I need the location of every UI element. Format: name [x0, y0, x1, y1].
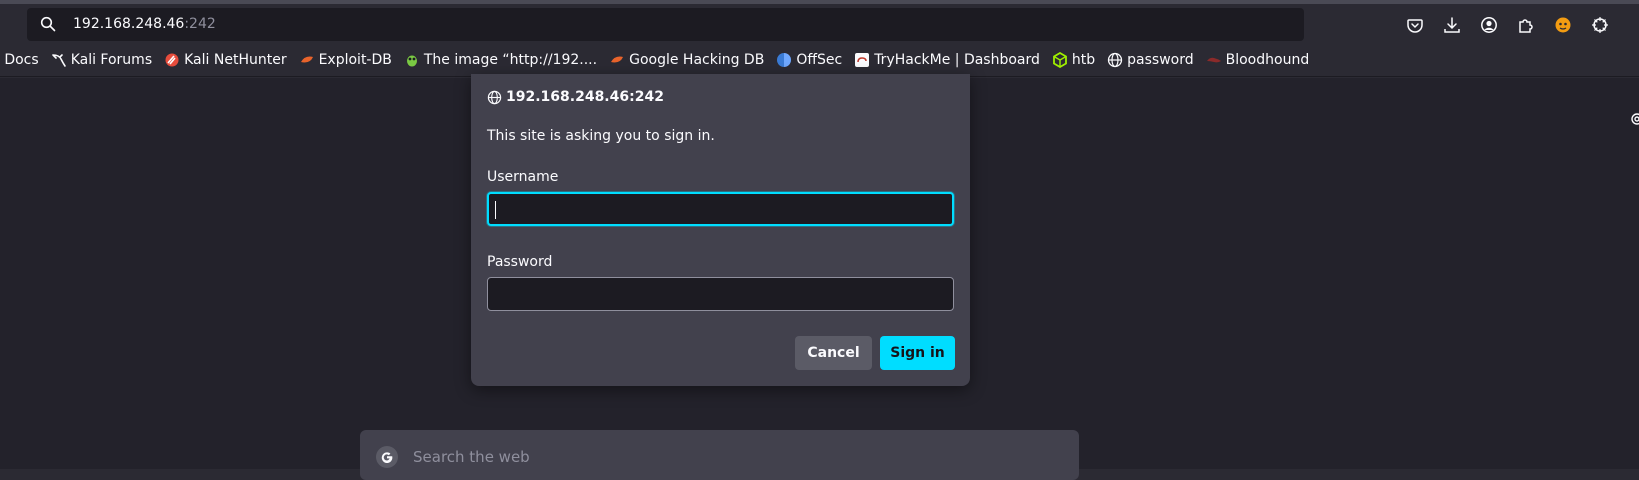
account-icon[interactable] [1480, 16, 1498, 34]
bookmark-htb[interactable]: htb [1052, 52, 1095, 68]
bookmarks-bar: i Docs Kali Forums Kali NetHunter Exploi… [0, 44, 1639, 77]
bookmark-label: Exploit-DB [318, 52, 392, 68]
bookmark-label: Bloodhound [1225, 52, 1310, 68]
bookmark-label: i Docs [0, 52, 39, 68]
search-web-box[interactable]: Search the web [360, 430, 1079, 480]
bookmark-password[interactable]: password [1107, 52, 1194, 68]
dialog-origin-text: 192.168.248.46:242 [506, 89, 664, 105]
tryhackme-icon [854, 52, 870, 68]
password-field[interactable] [487, 277, 954, 311]
addon-icon[interactable] [1591, 16, 1609, 34]
globe-icon [487, 90, 502, 104]
bookmark-label: The image “http://192.... [423, 52, 598, 68]
bookmark-exploit-db[interactable]: Exploit-DB [299, 52, 392, 68]
bookmark-label: Google Hacking DB [629, 52, 765, 68]
fox-extension-icon[interactable] [1554, 16, 1572, 34]
bookmark-google-hacking-db[interactable]: Google Hacking DB [609, 52, 764, 68]
dialog-message: This site is asking you to sign in. [487, 128, 715, 144]
search-placeholder: Search the web [413, 448, 530, 466]
bookmark-offsec[interactable]: OffSec [776, 52, 842, 68]
download-icon[interactable] [1443, 16, 1461, 34]
bookmark-label: TryHackMe | Dashboard [874, 52, 1040, 68]
bookmark-label: Kali Forums [70, 52, 153, 68]
password-label: Password [487, 254, 553, 270]
htb-cube-icon [1052, 52, 1068, 68]
nethunter-icon [164, 52, 180, 68]
extensions-icon[interactable] [1517, 16, 1535, 34]
offsec-icon [776, 52, 792, 68]
toolbar-icons [1406, 16, 1609, 34]
username-label: Username [487, 169, 559, 185]
bookmark-bloodhound[interactable]: Bloodhound [1206, 52, 1310, 68]
bookmark-kali-forums[interactable]: Kali Forums [51, 52, 152, 68]
url-text[interactable]: 192.168.248.46:242 [73, 16, 216, 32]
ghdb-icon [609, 52, 625, 68]
globe-icon [1107, 52, 1123, 68]
bookmark-the-image[interactable]: The image “http://192.... [404, 52, 597, 68]
bookmark-kali-docs[interactable]: i Docs [0, 52, 39, 68]
bloodhound-icon [1206, 52, 1222, 68]
bookmark-label: Kali NetHunter [184, 52, 287, 68]
url-host: 192.168.248.46 [73, 16, 185, 32]
bookmark-kali-nethunter[interactable]: Kali NetHunter [164, 52, 287, 68]
exploitdb-icon [299, 52, 315, 68]
image-bug-icon [404, 52, 420, 68]
bookmark-label: htb [1071, 52, 1096, 68]
bookmark-tryhackme[interactable]: TryHackMe | Dashboard [854, 52, 1040, 68]
google-icon [376, 446, 398, 468]
kali-dragon-icon [51, 52, 67, 68]
url-port: :242 [184, 16, 216, 32]
username-field[interactable] [487, 192, 954, 226]
url-bar[interactable]: 192.168.248.46:242 [27, 8, 1304, 41]
text-caret [495, 201, 496, 219]
dialog-origin: 192.168.248.46:242 [487, 89, 664, 105]
cancel-button[interactable]: Cancel [795, 336, 872, 370]
search-icon [40, 16, 56, 32]
bookmark-label: password [1127, 52, 1194, 68]
pocket-icon[interactable] [1406, 16, 1424, 34]
browser-toolbar: 192.168.248.46:242 [0, 4, 1639, 44]
bookmark-label: OffSec [796, 52, 843, 68]
auth-dialog: 192.168.248.46:242 This site is asking y… [471, 74, 970, 386]
sign-in-button[interactable]: Sign in [880, 336, 955, 370]
gear-icon[interactable] [1629, 111, 1639, 127]
